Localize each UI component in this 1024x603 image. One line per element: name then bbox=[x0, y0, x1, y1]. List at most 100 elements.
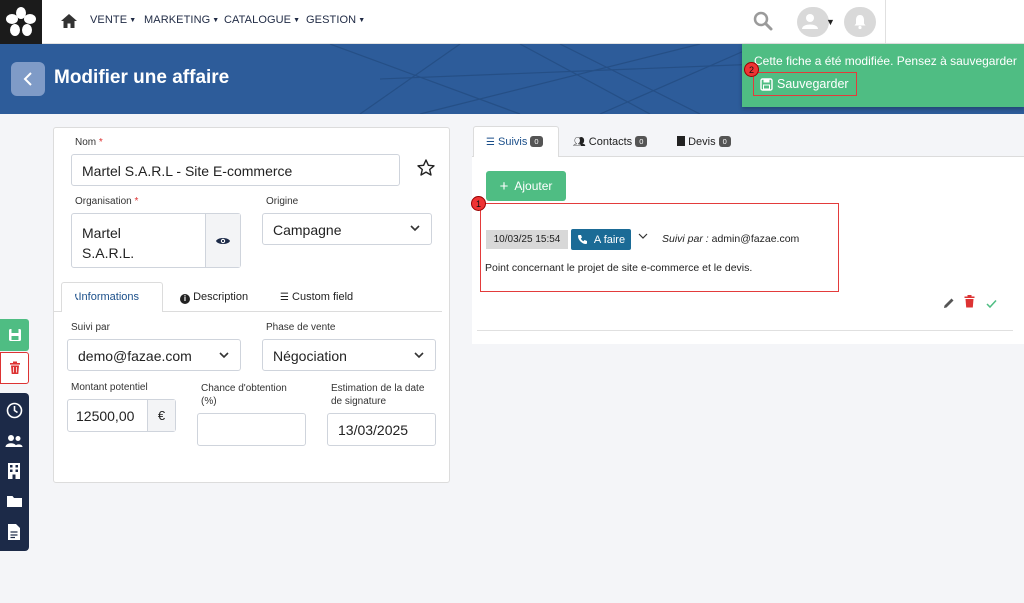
delete-trash-icon[interactable] bbox=[964, 295, 975, 313]
check-icon[interactable] bbox=[986, 296, 997, 314]
suivi-par-value: demo@fazae.com bbox=[78, 348, 192, 364]
eye-icon bbox=[216, 237, 230, 244]
currency-addon: € bbox=[147, 400, 175, 431]
origine-label: Origine bbox=[266, 196, 299, 207]
organisation-label-text: Organisation bbox=[75, 196, 132, 207]
user-avatar[interactable] bbox=[797, 7, 829, 37]
caret-down-icon: ▼ bbox=[129, 17, 137, 24]
building-icon[interactable] bbox=[7, 462, 21, 485]
tab-informations-label: 📞︎Informations bbox=[75, 291, 139, 303]
flower-logo-icon bbox=[6, 7, 36, 36]
users-icon[interactable] bbox=[5, 434, 23, 453]
back-button[interactable] bbox=[11, 62, 45, 96]
phase-value: Négociation bbox=[273, 348, 347, 364]
history-icon[interactable] bbox=[6, 402, 23, 424]
nav-gestion-label: GESTION bbox=[306, 14, 357, 26]
nav-catalogue[interactable]: CATALOGUE ▼ bbox=[224, 14, 300, 26]
phone-icon bbox=[577, 235, 587, 244]
file-icon bbox=[677, 136, 685, 146]
lines-icon: ☰ bbox=[280, 292, 289, 303]
tab-suivis-count: 0 bbox=[530, 136, 543, 147]
chevron-down-icon bbox=[413, 348, 425, 364]
estimation-date-input[interactable]: 13/03/2025 bbox=[327, 413, 436, 446]
estimation-label-line1: Estimation de la date bbox=[331, 383, 425, 394]
floppy-disk-icon bbox=[8, 329, 21, 341]
required-marker: * bbox=[98, 137, 103, 148]
tab-line bbox=[163, 311, 442, 312]
tab-devis-text: Devis bbox=[688, 136, 716, 148]
suivi-note: Point concernant le projet de site e-com… bbox=[485, 262, 753, 274]
add-suivi-label: Ajouter bbox=[514, 179, 553, 193]
chance-label-line1: Chance d'obtention bbox=[201, 383, 287, 394]
side-delete-button[interactable] bbox=[0, 352, 29, 384]
suivi-assignee-prefix: Suivi par : bbox=[662, 233, 709, 245]
nav-catalogue-label: CATALOGUE bbox=[224, 14, 292, 26]
caret-down-icon: ▼ bbox=[358, 17, 366, 24]
home-icon[interactable] bbox=[60, 12, 78, 30]
tab-informations-text: Informations bbox=[78, 291, 140, 303]
tab-description-text: Description bbox=[193, 291, 249, 303]
montant-label: Montant potentiel bbox=[71, 382, 148, 393]
nom-label-text: Nom bbox=[75, 137, 97, 148]
origine-value: Campagne bbox=[273, 222, 342, 238]
tab-contacts[interactable]: 👥︎ Contacts 0 bbox=[573, 136, 648, 148]
folder-icon[interactable] bbox=[6, 494, 23, 513]
document-icon[interactable] bbox=[7, 523, 21, 546]
chance-input[interactable] bbox=[197, 413, 306, 446]
origine-select[interactable]: Campagne bbox=[262, 213, 432, 245]
nav-divider bbox=[885, 0, 886, 44]
plus-icon: + bbox=[499, 177, 509, 195]
suivi-row-separator bbox=[477, 330, 1013, 331]
montant-input[interactable]: 12500,00 bbox=[68, 400, 147, 431]
chevron-left-icon bbox=[23, 72, 32, 86]
callout-badge-2: 2 bbox=[744, 62, 759, 77]
organisation-value-line2: S.A.R.L. bbox=[82, 245, 135, 261]
nav-marketing[interactable]: MARKETING ▼ bbox=[144, 14, 219, 26]
chevron-down-icon[interactable]: ▼ bbox=[826, 17, 835, 27]
tab-suivis-label: ☰ Suivis 0 bbox=[486, 136, 543, 148]
phase-label: Phase de vente bbox=[266, 322, 336, 333]
suivi-assignee: Suivi par : admin@fazae.com bbox=[662, 233, 799, 245]
nav-vente[interactable]: VENTE ▼ bbox=[90, 14, 136, 26]
bell-icon bbox=[854, 15, 866, 30]
notifications-button[interactable] bbox=[844, 7, 876, 37]
toast-message: Cette fiche a été modifiée. Pensez à sau… bbox=[754, 54, 1017, 68]
nav-gestion[interactable]: GESTION ▼ bbox=[306, 14, 365, 26]
organisation-value-line1: Martel bbox=[82, 225, 121, 241]
chance-label: Chance d'obtention (%) bbox=[201, 382, 287, 408]
view-organisation-button[interactable] bbox=[206, 214, 240, 267]
app-logo[interactable] bbox=[0, 0, 42, 44]
chevron-down-icon[interactable] bbox=[638, 232, 648, 243]
add-suivi-button[interactable]: + Ajouter bbox=[486, 171, 566, 201]
toast-save-button[interactable]: Sauvegarder bbox=[753, 72, 857, 96]
search-icon[interactable] bbox=[752, 10, 774, 32]
list-icon: ☰ bbox=[486, 137, 495, 148]
required-marker: * bbox=[134, 196, 139, 207]
callout-badge-1: 1 bbox=[471, 196, 486, 211]
floppy-disk-icon bbox=[760, 77, 773, 91]
caret-down-icon: ▼ bbox=[212, 17, 220, 24]
organisation-input[interactable]: Martel S.A.R.L. bbox=[71, 213, 241, 268]
tab-devis-count: 0 bbox=[718, 136, 731, 147]
tab-devis[interactable]: Devis 0 bbox=[677, 136, 731, 148]
phase-select[interactable]: Négociation bbox=[262, 339, 436, 371]
chevron-down-icon bbox=[409, 222, 421, 237]
tab-custom-field[interactable]: ☰ Custom field bbox=[280, 291, 353, 303]
suivi-status-button[interactable]: A faire bbox=[571, 229, 631, 250]
suivi-assignee-user: admin@fazae.com bbox=[711, 233, 800, 245]
caret-down-icon: ▼ bbox=[293, 17, 301, 24]
suivi-par-select[interactable]: demo@fazae.com bbox=[67, 339, 241, 371]
tab-contacts-count: 0 bbox=[635, 136, 648, 147]
trash-icon bbox=[9, 361, 20, 374]
suivi-date-badge: 10/03/25 15:54 bbox=[486, 230, 568, 249]
star-icon[interactable] bbox=[416, 158, 436, 183]
tab-description[interactable]: i Description bbox=[180, 291, 248, 304]
nom-label: Nom * bbox=[75, 137, 103, 148]
nom-input[interactable]: Martel S.A.R.L - Site E-commerce bbox=[71, 154, 400, 186]
suivi-status-label: A faire bbox=[593, 233, 626, 246]
tab-custom-field-text: Custom field bbox=[292, 291, 354, 303]
edit-pencil-icon[interactable] bbox=[943, 296, 955, 314]
estimation-label-line2: de signature bbox=[331, 396, 387, 407]
side-save-button[interactable] bbox=[0, 319, 29, 351]
user-icon bbox=[802, 14, 818, 29]
